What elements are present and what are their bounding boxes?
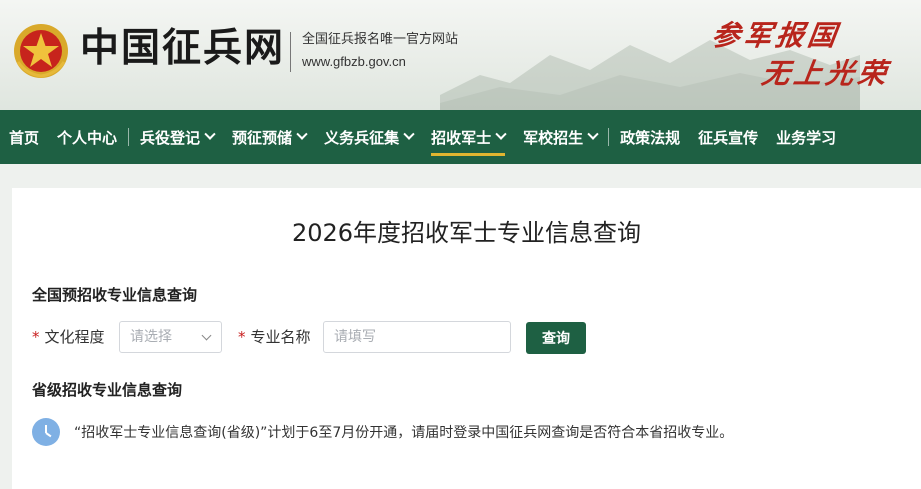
national-query-section-title: 全国预招收专业信息查询 — [32, 286, 198, 304]
nav-item-conscription[interactable]: 义务兵征集 — [315, 110, 422, 164]
nav-label: 义务兵征集 — [324, 128, 400, 147]
education-select[interactable]: 请选择 — [119, 321, 222, 353]
education-select-placeholder: 请选择 — [130, 329, 172, 345]
army-emblem-icon — [14, 24, 68, 78]
slogan-line-1: 参军报国 — [709, 19, 843, 52]
education-label: * 文化程度 — [32, 327, 105, 347]
nav-item-nco-recruitment[interactable]: 招收军士 — [422, 110, 514, 164]
nav-separator — [128, 128, 130, 146]
main-nav: 首页 个人中心 兵役登记 预征预储 义务兵征集 招收军士 军校招生 政策法规 征… — [0, 110, 921, 164]
site-title[interactable]: 中国征兵网 — [80, 24, 285, 72]
nav-label: 军校招生 — [523, 128, 584, 147]
required-mark: * — [32, 328, 40, 346]
nav-label: 征兵宣传 — [698, 128, 759, 147]
nav-item-policies[interactable]: 政策法规 — [611, 110, 689, 164]
site-header: 中国征兵网 全国征兵报名唯一官方网站 www.gfbzb.gov.cn 参军报国… — [0, 0, 921, 110]
chevron-down-icon — [204, 128, 216, 140]
provincial-query-section-title: 省级招收专业信息查询 — [32, 381, 183, 399]
provincial-query-notice: “招收军士专业信息查询(省级)”计划于6至7月份开通，请届时登录中国征兵网查询是… — [74, 425, 734, 441]
major-label: * 专业名称 — [238, 327, 311, 347]
nav-item-learning[interactable]: 业务学习 — [767, 110, 845, 164]
nav-label: 政策法规 — [620, 128, 681, 147]
major-name-input[interactable] — [323, 321, 511, 353]
nav-item-military-academy[interactable]: 军校招生 — [514, 110, 606, 164]
nav-item-pre-enlistment[interactable]: 预征预储 — [223, 110, 315, 164]
nav-separator — [608, 128, 610, 146]
nav-item-personal-center[interactable]: 个人中心 — [48, 110, 126, 164]
content-card: 2026年度招收军士专业信息查询 全国预招收专业信息查询 * 文化程度 请选择 *… — [12, 188, 921, 489]
nav-label: 业务学习 — [776, 128, 837, 147]
page-title: 2026年度招收军士专业信息查询 — [291, 219, 642, 247]
nav-label: 兵役登记 — [140, 128, 201, 147]
slogan-calligraphy: 参军报国 无上光荣 — [708, 12, 892, 92]
chevron-down-icon — [201, 330, 212, 341]
nav-item-home[interactable]: 首页 — [0, 110, 48, 164]
nav-label: 个人中心 — [57, 128, 118, 147]
chevron-down-icon — [495, 128, 507, 140]
nav-item-publicity[interactable]: 征兵宣传 — [689, 110, 767, 164]
chevron-down-icon — [587, 128, 599, 140]
chevron-down-icon — [403, 128, 415, 140]
nav-item-military-registration[interactable]: 兵役登记 — [131, 110, 223, 164]
nav-label: 预征预储 — [232, 128, 293, 147]
nav-label: 首页 — [9, 128, 40, 147]
major-label-text: 专业名称 — [250, 328, 311, 346]
education-label-text: 文化程度 — [44, 328, 105, 346]
slogan-line-2: 无上光荣 — [759, 57, 893, 90]
clock-icon — [32, 418, 60, 446]
header-divider — [290, 32, 291, 72]
required-mark: * — [238, 328, 246, 346]
site-domain: www.gfbzb.gov.cn — [302, 54, 406, 69]
nav-label: 招收军士 — [431, 128, 492, 147]
query-button[interactable]: 查询 — [526, 322, 586, 354]
chevron-down-icon — [296, 128, 308, 140]
site-tagline: 全国征兵报名唯一官方网站 — [302, 32, 459, 47]
